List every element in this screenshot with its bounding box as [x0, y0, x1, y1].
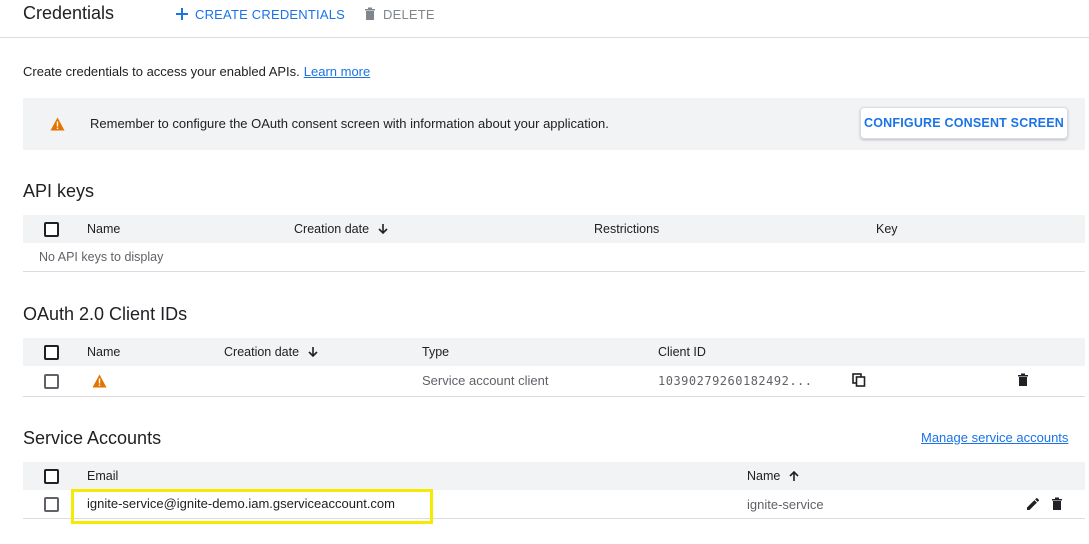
edit-icon[interactable]: [1026, 497, 1040, 511]
column-type[interactable]: Type: [422, 345, 449, 359]
service-accounts-title: Service Accounts: [23, 428, 162, 448]
learn-more-link[interactable]: Learn more: [304, 64, 370, 79]
select-all-checkbox[interactable]: [44, 469, 59, 484]
delete-button[interactable]: DELETE: [362, 6, 435, 22]
banner-message: Remember to configure the OAuth consent …: [90, 116, 609, 131]
service-accounts-table-header: Email Name: [23, 462, 1085, 490]
page-title: Credentials: [23, 3, 115, 23]
highlight-box: [71, 489, 433, 524]
warning-icon: [92, 374, 107, 388]
oauth-warning-banner: Remember to configure the OAuth consent …: [23, 98, 1085, 150]
column-creation-date[interactable]: Creation date: [224, 345, 319, 359]
client-id: 10390279260182492...: [658, 374, 813, 388]
trash-icon[interactable]: [1050, 497, 1064, 511]
api-keys-table-header: Name Creation date Restrictions Key: [23, 215, 1085, 243]
column-restrictions[interactable]: Restrictions: [594, 222, 659, 236]
api-keys-title: API keys: [23, 181, 95, 201]
service-account-name: ignite-service: [747, 497, 824, 512]
oauth-table-header: Name Creation date Type Client ID: [23, 338, 1085, 366]
column-key[interactable]: Key: [876, 222, 898, 236]
intro-text: Create credentials to access your enable…: [23, 64, 370, 79]
create-credentials-label: CREATE CREDENTIALS: [195, 6, 345, 22]
column-name[interactable]: Name: [87, 222, 120, 236]
copy-icon[interactable]: [852, 373, 866, 387]
oauth-title: OAuth 2.0 Client IDs: [23, 304, 188, 324]
client-type: Service account client: [422, 373, 549, 388]
warning-icon: [50, 117, 65, 131]
column-name[interactable]: Name: [87, 345, 120, 359]
row-checkbox[interactable]: [44, 497, 59, 512]
plus-icon: [174, 6, 190, 22]
column-creation-date-label: Creation date: [224, 345, 300, 359]
configure-consent-screen-button[interactable]: CONFIGURE CONSENT SCREEN: [860, 107, 1068, 139]
column-creation-date[interactable]: Creation date: [294, 222, 389, 236]
api-keys-empty-row: No API keys to display: [23, 243, 1085, 272]
manage-service-accounts-link[interactable]: Manage service accounts: [921, 430, 1068, 445]
column-email[interactable]: Email: [87, 469, 118, 483]
select-all-checkbox[interactable]: [44, 345, 59, 360]
select-all-checkbox[interactable]: [44, 222, 59, 237]
create-credentials-button[interactable]: CREATE CREDENTIALS: [174, 6, 345, 22]
arrow-up-icon: [788, 470, 800, 482]
toolbar: Credentials CREATE CREDENTIALS DELETE: [0, 0, 1089, 38]
arrow-down-icon: [307, 346, 319, 358]
arrow-down-icon: [377, 223, 389, 235]
empty-message: No API keys to display: [39, 250, 164, 264]
trash-icon: [362, 6, 378, 22]
table-row[interactable]: Service account client 10390279260182492…: [23, 366, 1085, 397]
column-creation-date-label: Creation date: [294, 222, 370, 236]
row-checkbox[interactable]: [44, 374, 59, 389]
column-client-id[interactable]: Client ID: [658, 345, 706, 359]
intro-description: Create credentials to access your enable…: [23, 64, 300, 79]
delete-label: DELETE: [383, 6, 435, 22]
column-name-label: Name: [747, 469, 781, 483]
trash-icon[interactable]: [1016, 373, 1030, 387]
column-name[interactable]: Name: [747, 469, 800, 483]
